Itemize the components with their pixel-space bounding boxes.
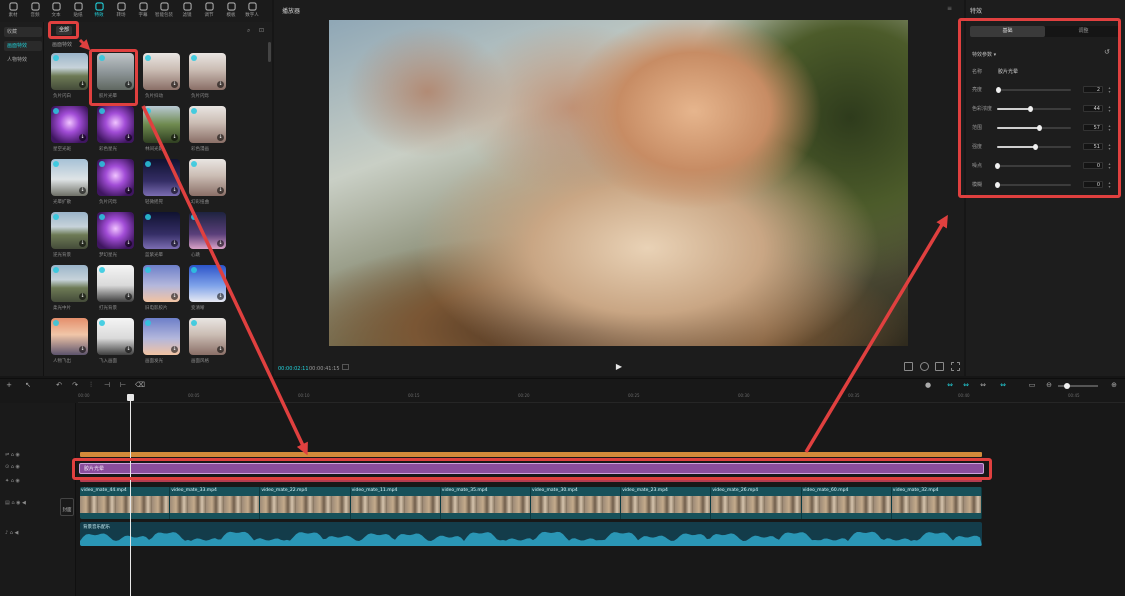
arrow-effect-to-track <box>141 105 308 456</box>
arrow-chip-to-effect <box>78 38 91 51</box>
arrow-track-to-properties <box>804 214 948 453</box>
annotation-arrows <box>78 38 948 456</box>
